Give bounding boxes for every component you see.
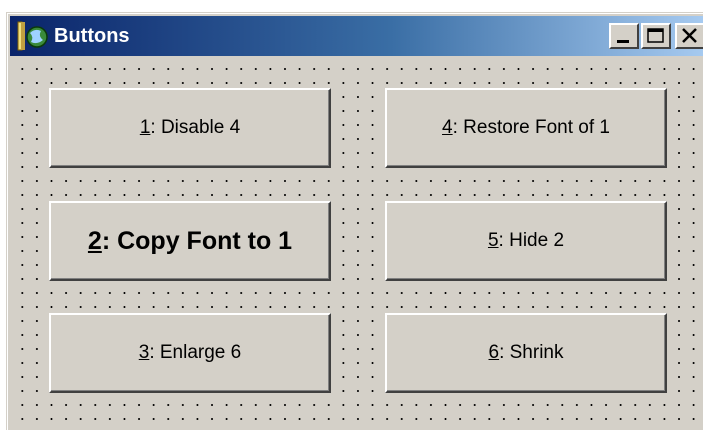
minimize-button[interactable] (609, 23, 639, 49)
shrink-button[interactable]: 6: Shrink (385, 313, 667, 393)
button-accelerator: 6 (488, 342, 500, 363)
disable-4-button[interactable]: 1: Disable 4 (49, 88, 331, 168)
title-bar[interactable]: Buttons (10, 16, 703, 56)
button-accelerator: 3 (138, 342, 150, 363)
dialog-client-area: 1: Disable 4 4: Restore Font of 1 2: Cop… (10, 58, 703, 430)
minimize-icon (617, 40, 629, 43)
button-accelerator: 4 (442, 117, 453, 138)
maximize-icon (647, 28, 664, 43)
copy-font-to-1-button[interactable]: 2: Copy Font to 1 (49, 201, 331, 281)
maximize-button[interactable] (641, 23, 671, 49)
window-title: Buttons (54, 25, 130, 47)
button-label: : Hide 2 (498, 230, 565, 251)
button-label: : Enlarge 6 (149, 342, 242, 363)
button-accelerator: 1 (139, 117, 151, 138)
close-button[interactable] (675, 23, 703, 49)
button-label: : Shrink (499, 342, 564, 363)
button-accelerator: 2 (87, 226, 102, 255)
button-label: : Copy Font to 1 (101, 226, 293, 255)
button-label: : Restore Font of 1 (452, 117, 610, 138)
app-icon[interactable] (16, 20, 50, 52)
hide-2-button[interactable]: 5: Hide 2 (385, 201, 667, 281)
app-window: Buttons 1: Disable 4 4: Restore Font of … (6, 12, 703, 430)
close-icon (682, 28, 697, 43)
restore-font-of-1-button[interactable]: 4: Restore Font of 1 (385, 88, 667, 168)
button-label: : Disable 4 (150, 117, 241, 138)
button-accelerator: 5 (487, 230, 499, 251)
enlarge-6-button[interactable]: 3: Enlarge 6 (49, 313, 331, 393)
